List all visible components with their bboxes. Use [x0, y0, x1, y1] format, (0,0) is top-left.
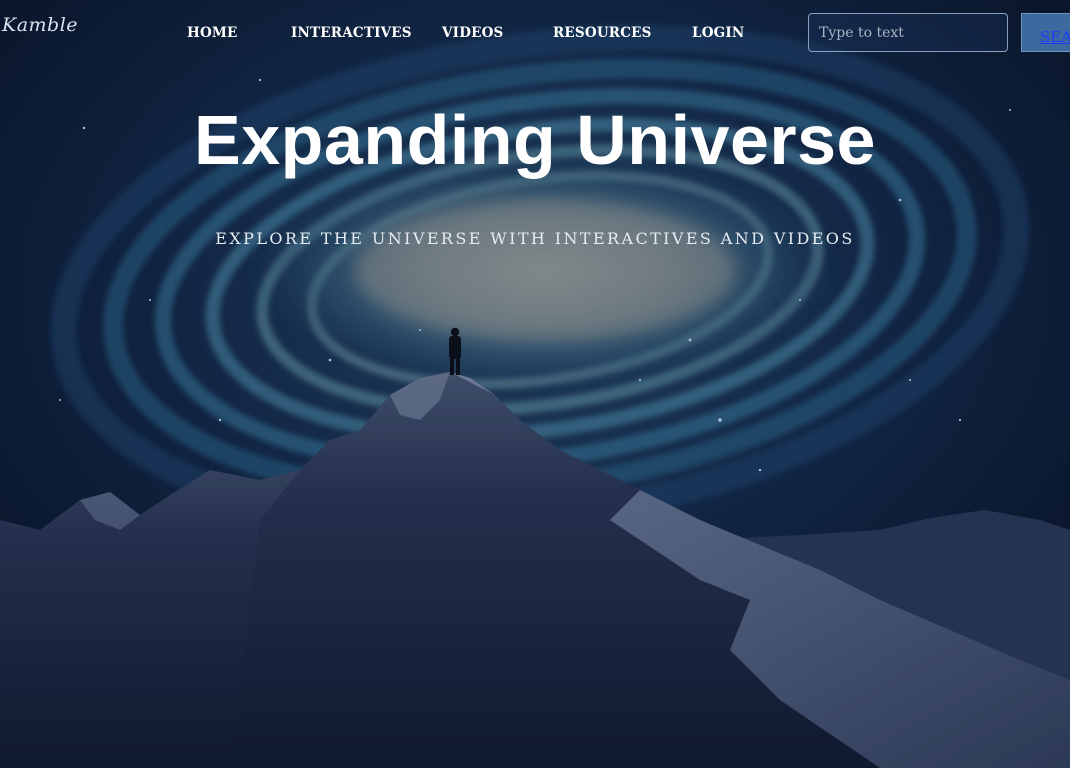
hero-title: Expanding Universe: [194, 101, 876, 179]
nav-interactives[interactable]: INTERACTIVES: [291, 25, 412, 41]
page: Kamble HOME INTERACTIVES VIDEOS RESOURCE…: [0, 0, 1070, 768]
search-input[interactable]: [808, 13, 1008, 52]
nav-home[interactable]: HOME: [187, 25, 238, 41]
nav-resources[interactable]: RESOURCES: [553, 25, 652, 41]
hero-subtitle: EXPLORE THE UNIVERSE WITH INTERACTIVES A…: [215, 229, 855, 248]
search-button[interactable]: SEARCH: [1021, 13, 1070, 52]
nav-login[interactable]: LOGIN: [692, 25, 744, 41]
site-logo[interactable]: Kamble: [2, 14, 78, 36]
nav-videos[interactable]: VIDEOS: [442, 25, 504, 41]
